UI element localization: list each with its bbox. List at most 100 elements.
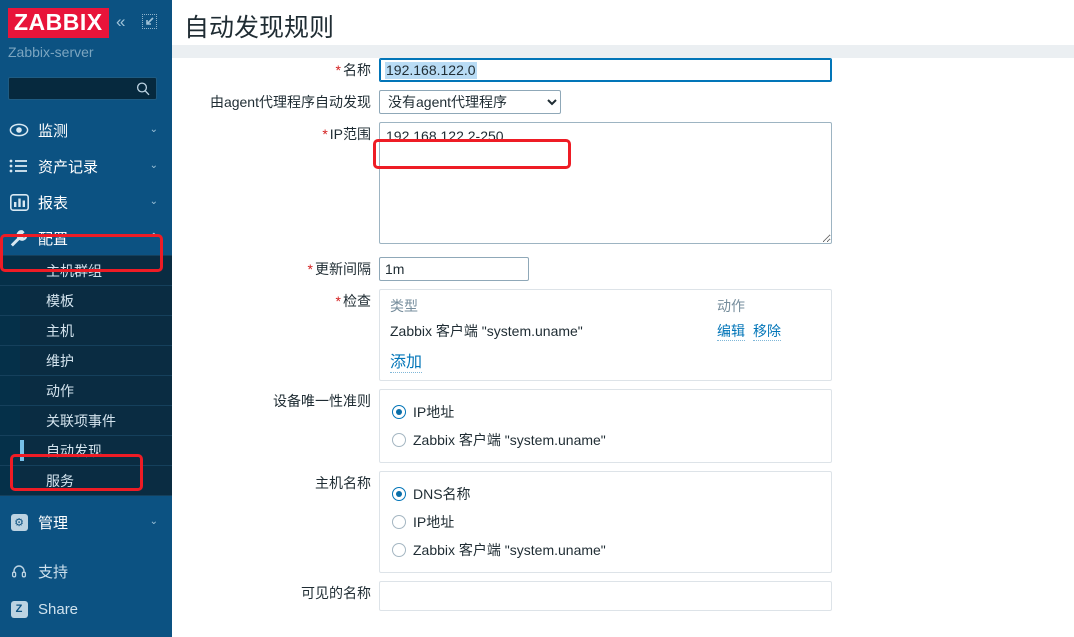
sidebar-item-support[interactable]: 支持 [0,552,172,590]
gear-box-icon: ⚙ [0,513,38,531]
radio-icon[interactable] [392,433,406,447]
sidebar-item-host-groups[interactable]: 主机群组 [0,255,172,286]
zabbix-discovery-rule-page: ZABBIX « Zabbix-server 监测 ⌄ 资产记录 ⌄ 报表 ⌄ … [0,0,1074,637]
search-icon [136,81,151,102]
sidebar-item-templates[interactable]: 模板 [0,285,172,316]
radio-device-uniqueness-ip[interactable]: IP地址 [392,398,819,426]
proxy-select[interactable]: 没有agent代理程序 [379,90,561,114]
radio-host-name-ip[interactable]: IP地址 [392,508,819,536]
main-content: 自动发现规则 *名称 192.168.122.0 由agent代理程序自动发现 [172,0,1074,637]
sidebar-item-label: 主机 [46,322,74,339]
search-input[interactable] [8,77,157,100]
submenu-gutter [0,286,20,315]
name-label: * 名称 [335,62,371,78]
proxy-label: 由agent代理程序自动发现 [209,94,371,110]
collapse-sidebar-icon[interactable] [142,14,157,29]
chart-bar-icon [0,193,38,211]
sidebar-item-services[interactable]: 服务 [0,465,172,496]
chevron-down-icon[interactable]: ⌄ [150,125,158,135]
sidebar-item-event-correlation[interactable]: 关联项事件 [0,405,172,436]
sidebar-item-label: 主机群组 [46,262,102,279]
ip-range-textarea[interactable]: 192.168.122.2-250 [379,122,832,244]
required-marker: * [307,261,313,277]
device-uniqueness-label: 设备唯一性准则 [273,393,371,409]
eye-icon [0,123,38,137]
sidebar-item-share[interactable]: Z Share [0,590,172,628]
sidebar-item-actions[interactable]: 动作 [0,375,172,406]
host-name-label: 主机名称 [315,475,371,491]
host-name-field-wrap: DNS名称 IP地址 Zabbix 客户端 "system.uname" [379,471,1074,573]
radio-icon[interactable] [392,515,406,529]
radio-host-name-dns[interactable]: DNS名称 [392,480,819,508]
sidebar-item-inventory[interactable]: 资产记录 ⌄ [0,148,172,184]
form-row-checks: * 检查 类型 动作 Zabbix 客户端 "system.uname" 编辑 移除 [185,289,1074,381]
chevron-up-icon[interactable]: ⌃ [150,233,158,243]
chevron-double-left-icon[interactable]: « [116,13,126,30]
submenu-gutter [0,316,20,345]
chevron-down-icon[interactable]: ⌄ [150,517,158,527]
checks-label: * 检查 [335,293,371,309]
sidebar: ZABBIX « Zabbix-server 监测 ⌄ 资产记录 ⌄ 报表 ⌄ … [0,0,172,637]
zabbix-logo[interactable]: ZABBIX [8,8,109,38]
sidebar-header: ZABBIX « Zabbix-server [0,0,172,100]
checks-col-type: 类型 [390,298,418,314]
form-row-delay: * 更新间隔 [185,257,1074,281]
checks-panel: 类型 动作 Zabbix 客户端 "system.uname" 编辑 移除 添加 [379,289,832,381]
radio-device-uniqueness-agent[interactable]: Zabbix 客户端 "system.uname" [392,426,819,454]
sidebar-item-maintenance[interactable]: 维护 [0,345,172,376]
submenu-gutter [0,466,20,495]
check-actions: 编辑 移除 [717,322,821,341]
form-row-proxy: 由agent代理程序自动发现 没有agent代理程序 [185,90,1074,114]
submenu-gutter [0,346,20,375]
edit-check-link[interactable]: 编辑 [717,323,745,341]
remove-check-link[interactable]: 移除 [753,323,781,341]
chevron-down-icon[interactable]: ⌄ [150,161,158,171]
device-uniqueness-panel: IP地址 Zabbix 客户端 "system.uname" [379,389,832,463]
sidebar-item-monitoring[interactable]: 监测 ⌄ [0,112,172,148]
device-uniqueness-field-wrap: IP地址 Zabbix 客户端 "system.uname" [379,389,1074,463]
radio-icon[interactable] [392,543,406,557]
visible-name-field-wrap [379,581,1074,611]
host-name-panel: DNS名称 IP地址 Zabbix 客户端 "system.uname" [379,471,832,573]
radio-icon[interactable] [392,487,406,501]
ip-range-label: * IP范围 [322,126,371,142]
sidebar-item-reports[interactable]: 报表 ⌄ [0,184,172,220]
page-title: 自动发现规则 [184,14,335,42]
sidebar-item-hosts[interactable]: 主机 [0,315,172,346]
radio-label: Zabbix 客户端 "system.uname" [413,542,606,558]
checks-field-wrap: 类型 动作 Zabbix 客户端 "system.uname" 编辑 移除 添加 [379,289,1074,381]
checks-add-row: 添加 [390,348,821,373]
form-row-ip-range: * IP范围 192.168.122.2-250 [185,122,1074,249]
sidebar-item-label: 支持 [38,563,69,581]
submenu-gutter [0,256,20,285]
name-input-selection: 192.168.122.0 [385,62,477,79]
radio-label: DNS名称 [413,486,471,502]
form-row-name: * 名称 192.168.122.0 [185,58,1074,82]
proxy-field-wrap: 没有agent代理程序 [379,90,1074,114]
selected-indicator [20,440,24,461]
sidebar-item-label: 配置 [38,230,69,248]
sidebar-item-label: Share [38,600,79,618]
visible-name-label: 可见的名称 [301,585,371,601]
sidebar-item-label: 模板 [46,292,74,309]
list-icon [0,159,38,173]
radio-label: IP地址 [413,404,455,420]
header-separator [172,45,1074,58]
sidebar-item-administration[interactable]: ⚙ 管理 ⌄ [0,504,172,540]
sidebar-item-discovery[interactable]: 自动发现 [0,435,172,466]
submenu-gutter [0,406,20,435]
sidebar-item-label: 维护 [46,352,74,369]
sidebar-item-label: 服务 [46,472,74,489]
radio-icon[interactable] [392,405,406,419]
radio-host-name-agent[interactable]: Zabbix 客户端 "system.uname" [392,536,819,564]
sidebar-menu: 监测 ⌄ 资产记录 ⌄ 报表 ⌄ 配置 ⌃ 主机群组 模板 主机 维护 动作 关… [0,112,172,628]
delay-input[interactable] [379,257,529,281]
sidebar-item-label: 管理 [38,514,69,532]
sidebar-item-configuration[interactable]: 配置 ⌃ [0,220,172,256]
headset-icon [0,563,38,579]
sidebar-item-label: 自动发现 [46,442,102,459]
chevron-down-icon[interactable]: ⌄ [150,197,158,207]
sidebar-item-label: 报表 [38,194,69,212]
sidebar-item-label: 资产记录 [38,158,99,176]
add-check-link[interactable]: 添加 [390,354,423,373]
